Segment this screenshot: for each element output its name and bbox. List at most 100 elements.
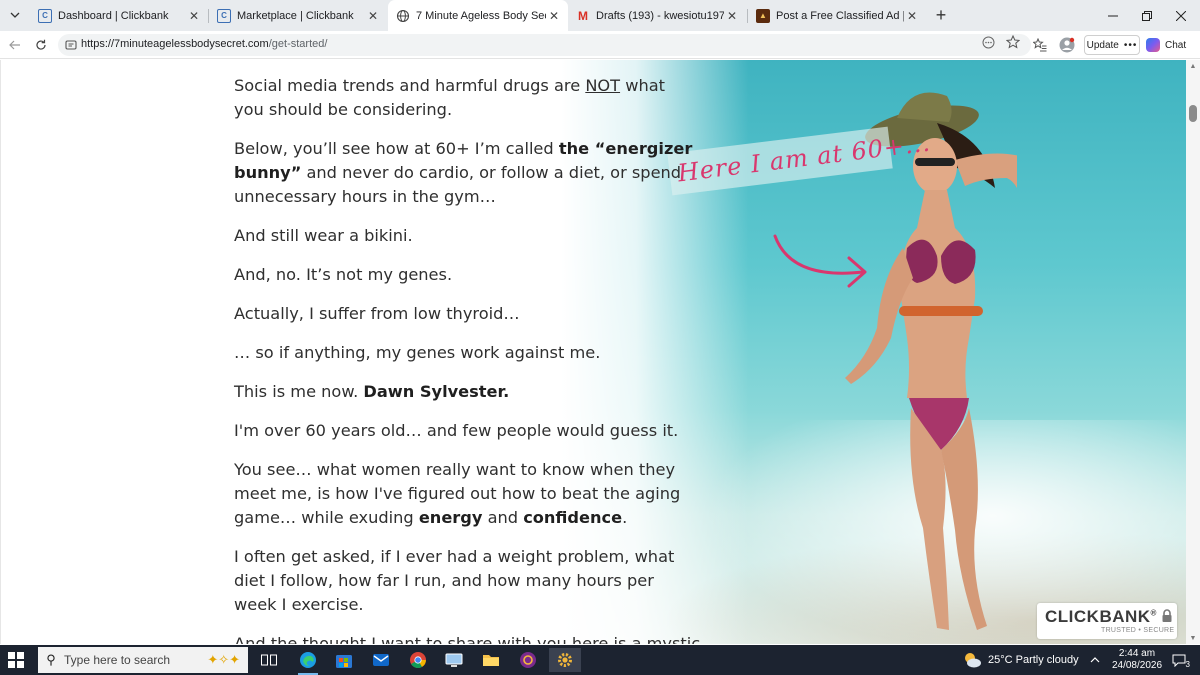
author-name: Dawn Sylvester. [363, 382, 510, 401]
paragraph: I'm over 60 years old… and few people wo… [234, 421, 679, 440]
partly-cloudy-icon [965, 653, 981, 668]
tab-ageless-body-secret[interactable]: 7 Minute Ageless Body Secret ✕ [388, 0, 568, 31]
notification-center-icon[interactable]: 3 [1168, 651, 1190, 669]
pointing-arrow-icon [773, 234, 867, 288]
close-tab-icon[interactable]: ✕ [904, 8, 920, 24]
partially-visible-paragraph: And the thought I want to share with you… [234, 634, 701, 644]
clickbank-trust-badge[interactable]: CLICKBANK® TRUSTED • SECURE [1037, 603, 1177, 639]
show-hidden-icons-chevron-icon[interactable] [1090, 645, 1100, 675]
globe-icon [396, 9, 410, 23]
paragraph: … so if anything, my genes work against … [234, 343, 601, 362]
tab-label: Dashboard | Clickbank [58, 9, 169, 22]
padlock-icon [1162, 609, 1172, 622]
chevron-down-icon [10, 12, 20, 18]
paragraph: I often get asked, if I ever had a weigh… [234, 547, 675, 614]
site-info-icon[interactable] [64, 38, 78, 52]
paragraph: Social media trends and harmful drugs ar… [234, 74, 699, 122]
search-highlight-icon: ✦✧✦ [207, 652, 240, 667]
search-icon: ⚲ [46, 652, 56, 667]
browser-toolbar: https://7minuteagelessbodysecret.com/get… [0, 31, 1200, 59]
tab-label: Post a Free Classified Ad | Post Ad [776, 9, 904, 22]
refresh-button[interactable] [31, 35, 51, 55]
weather-text: 25°C Partly cloudy [988, 654, 1079, 666]
bold-text: energy [418, 508, 483, 527]
close-tab-icon[interactable]: ✕ [365, 8, 381, 24]
scroll-up-arrow-icon[interactable]: ▲ [1186, 60, 1200, 72]
tab-post-classified-ad[interactable]: ▲ Post a Free Classified Ad | Post Ad ✕ [748, 0, 926, 31]
badge-brand: CLICKBANK® [1045, 607, 1157, 627]
clock-date: 24/08/2026 [1111, 660, 1163, 671]
registered-mark: ® [1150, 608, 1157, 618]
minimize-button[interactable] [1096, 0, 1130, 31]
notification-count: 3 [1185, 660, 1190, 669]
text: . [622, 508, 628, 527]
close-icon [1176, 10, 1186, 21]
text: and [482, 508, 524, 527]
scrollbar-thumb[interactable] [1189, 105, 1197, 122]
microsoft-store-icon[interactable] [328, 648, 360, 672]
search-placeholder: Type here to search [64, 653, 171, 667]
chat-label: Chat [1165, 39, 1187, 51]
badge-subtitle: TRUSTED • SECURE [1101, 627, 1175, 634]
address-bar[interactable]: https://7minuteagelessbodysecret.com/get… [58, 34, 1031, 56]
text: This is me now. [234, 382, 364, 401]
text: and never do cardio, or follow a diet, o… [234, 163, 682, 206]
settings-gear-icon[interactable] [549, 648, 581, 672]
close-tab-icon[interactable]: ✕ [724, 8, 740, 24]
copilot-icon [1146, 38, 1160, 52]
clickbank-favicon-icon: C [38, 8, 52, 23]
app-circle-icon[interactable] [512, 648, 544, 672]
gmail-icon: M [578, 8, 588, 23]
paragraph: This is me now. Dawn Sylvester. [234, 380, 699, 404]
tab-list-button[interactable] [4, 5, 26, 25]
tab-marketplace-clickbank[interactable]: C Marketplace | Clickbank ✕ [209, 0, 387, 31]
tab-dashboard-clickbank[interactable]: C Dashboard | Clickbank ✕ [30, 0, 208, 31]
tab-label: 7 Minute Ageless Body Secret [416, 9, 546, 22]
reader-mode-icon[interactable] [980, 34, 996, 50]
close-tab-icon[interactable]: ✕ [186, 8, 202, 24]
emphasis-not: NOT [585, 76, 621, 95]
update-label: Update [1086, 39, 1119, 51]
close-tab-icon[interactable]: ✕ [546, 8, 562, 24]
refresh-icon [36, 39, 46, 50]
article-body: Social media trends and harmful drugs ar… [234, 74, 699, 632]
restore-button[interactable] [1130, 0, 1164, 31]
paragraph: And, no. It’s not my genes. [234, 265, 453, 284]
weather-widget[interactable]: 25°C Partly cloudy [962, 645, 1079, 675]
back-button[interactable] [5, 35, 25, 55]
page-scrollbar[interactable]: ▲ ▼ [1186, 60, 1200, 644]
paragraph: You see… what women really want to know … [234, 458, 699, 530]
edge-browser-icon[interactable] [292, 648, 324, 675]
tab-gmail-drafts[interactable]: M Drafts (193) - kwesiotu1979@goo ✕ [568, 0, 746, 31]
minimize-icon [1108, 15, 1118, 16]
close-window-button[interactable] [1164, 0, 1198, 31]
classified-favicon-icon: ▲ [756, 8, 770, 23]
windows-start-icon[interactable] [8, 652, 24, 668]
chrome-icon[interactable] [402, 648, 434, 672]
copilot-chat-button[interactable]: Chat [1146, 35, 1196, 55]
paragraph: Actually, I suffer from low thyroid… [234, 304, 520, 323]
task-view-icon[interactable] [253, 648, 285, 672]
clock-time: 2:44 am [1118, 648, 1156, 659]
scroll-down-arrow-icon[interactable]: ▼ [1186, 632, 1200, 644]
mail-app-icon[interactable] [365, 648, 397, 672]
file-explorer-icon[interactable] [475, 648, 507, 672]
remote-desktop-icon[interactable] [438, 648, 470, 672]
new-tab-button[interactable]: + [930, 5, 952, 25]
taskbar-search-input[interactable]: ⚲ Type here to search ✦✧✦ [38, 647, 248, 673]
profile-icon [1059, 37, 1075, 53]
page-viewport: Here I am at 60+... Social media trends … [0, 60, 1186, 644]
clickbank-favicon-icon: C [217, 8, 231, 23]
profile-avatar[interactable] [1058, 36, 1076, 54]
update-button[interactable]: Update ••• [1084, 35, 1140, 55]
favorites-icon[interactable] [1031, 36, 1049, 54]
bold-text: confidence [523, 508, 623, 527]
windows-taskbar: ⚲ Type here to search ✦✧✦ 25°C Partly cl… [0, 645, 1200, 675]
badge-brand-text: CLICKBANK [1045, 607, 1151, 626]
tab-strip: C Dashboard | Clickbank ✕ C Marketplace … [0, 0, 1200, 31]
taskbar-clock[interactable]: 2:44 am 24/08/2026 [1106, 648, 1168, 672]
url-path: /get-started/ [268, 38, 328, 50]
favorite-star-icon[interactable] [1005, 34, 1021, 50]
back-arrow-icon [9, 40, 20, 50]
text: Below, you’ll see how at 60+ I’m called [234, 139, 559, 158]
